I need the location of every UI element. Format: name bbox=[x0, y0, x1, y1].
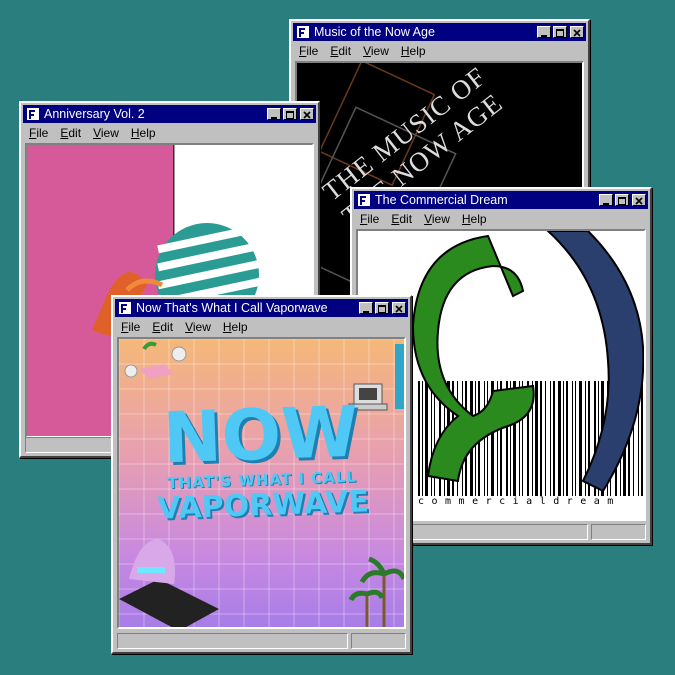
close-button[interactable] bbox=[632, 194, 646, 206]
barcode-stripe bbox=[566, 381, 568, 496]
window-title: Music of the Now Age bbox=[314, 25, 435, 39]
barcode-stripe bbox=[540, 381, 542, 496]
minimize-button[interactable] bbox=[267, 108, 281, 120]
barcode-stripe bbox=[563, 381, 564, 496]
status-field bbox=[117, 633, 348, 649]
art-text: commercialdream bbox=[418, 496, 621, 507]
barcode-stripe bbox=[431, 381, 432, 496]
menu-help[interactable]: Help bbox=[462, 211, 487, 228]
barcode-stripe bbox=[422, 381, 423, 496]
album-art-vaporwave: NOW THAT'S WHAT I CALL VAPORWAVE bbox=[117, 337, 406, 629]
window-title: The Commercial Dream bbox=[375, 193, 508, 207]
status-bar bbox=[117, 633, 406, 649]
close-button[interactable] bbox=[570, 26, 584, 38]
menu-file[interactable]: File bbox=[29, 125, 48, 142]
menu-help[interactable]: Help bbox=[131, 125, 156, 142]
menu-bar: File Edit View Help bbox=[356, 211, 646, 228]
minimize-button[interactable] bbox=[599, 194, 613, 206]
barcode-stripe bbox=[572, 381, 573, 496]
window-title: Now That's What I Call Vaporwave bbox=[136, 301, 328, 315]
close-button[interactable] bbox=[300, 108, 314, 120]
barcode-stripe bbox=[545, 381, 546, 496]
app-icon bbox=[118, 301, 132, 315]
barcode-stripe bbox=[558, 381, 561, 496]
app-icon bbox=[296, 25, 310, 39]
menu-bar: File Edit View Help bbox=[295, 43, 584, 60]
title-bar[interactable]: Now That's What I Call Vaporwave bbox=[115, 299, 408, 317]
barcode-stripe bbox=[550, 381, 551, 496]
maximize-button[interactable] bbox=[375, 302, 389, 314]
close-button[interactable] bbox=[392, 302, 406, 314]
menu-bar: File Edit View Help bbox=[25, 125, 314, 142]
maximize-button[interactable] bbox=[283, 108, 297, 120]
menu-help[interactable]: Help bbox=[223, 319, 248, 336]
barcode-stripe bbox=[487, 381, 488, 496]
window-now-vaporwave[interactable]: Now That's What I Call Vaporwave File Ed… bbox=[111, 295, 412, 654]
menu-help[interactable]: Help bbox=[401, 43, 426, 60]
menu-edit[interactable]: Edit bbox=[60, 125, 81, 142]
barcode-stripe bbox=[434, 381, 435, 496]
barcode-stripe bbox=[535, 381, 538, 496]
title-bar[interactable]: Anniversary Vol. 2 bbox=[23, 105, 316, 123]
status-field-right bbox=[351, 633, 406, 649]
status-field-right bbox=[591, 524, 646, 540]
maximize-button[interactable] bbox=[553, 26, 567, 38]
menu-edit[interactable]: Edit bbox=[330, 43, 351, 60]
app-icon bbox=[26, 107, 40, 121]
menu-edit[interactable]: Edit bbox=[391, 211, 412, 228]
menu-bar: File Edit View Help bbox=[117, 319, 406, 336]
barcode-stripe bbox=[575, 381, 576, 496]
menu-view[interactable]: View bbox=[185, 319, 211, 336]
art-title-now: NOW bbox=[161, 390, 360, 480]
menu-edit[interactable]: Edit bbox=[152, 319, 173, 336]
barcode-stripe bbox=[418, 381, 420, 496]
menu-file[interactable]: File bbox=[121, 319, 140, 336]
title-bar[interactable]: The Commercial Dream bbox=[354, 191, 648, 209]
minimize-button[interactable] bbox=[537, 26, 551, 38]
minimize-button[interactable] bbox=[359, 302, 373, 314]
menu-view[interactable]: View bbox=[93, 125, 119, 142]
menu-view[interactable]: View bbox=[424, 211, 450, 228]
barcode-stripe bbox=[553, 381, 555, 496]
window-title: Anniversary Vol. 2 bbox=[44, 107, 145, 121]
menu-file[interactable]: File bbox=[299, 43, 318, 60]
maximize-button[interactable] bbox=[615, 194, 629, 206]
menu-file[interactable]: File bbox=[360, 211, 379, 228]
app-icon bbox=[357, 193, 371, 207]
barcode-stripe bbox=[579, 381, 582, 496]
barcode-stripe bbox=[425, 381, 428, 496]
barcode-stripe bbox=[641, 381, 643, 496]
menu-view[interactable]: View bbox=[363, 43, 389, 60]
title-bar[interactable]: Music of the Now Age bbox=[293, 23, 586, 41]
